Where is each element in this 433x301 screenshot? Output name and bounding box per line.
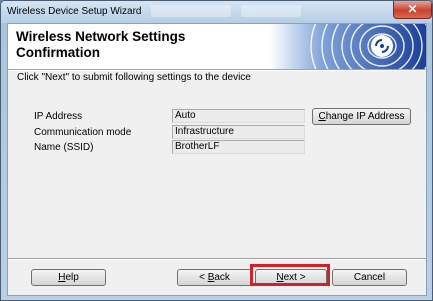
page-title: Wireless Network Settings Confirmation xyxy=(16,29,186,60)
wizard-window: Wireless Device Setup Wizard ✕ Wireless … xyxy=(0,0,433,301)
caption-background xyxy=(241,5,301,17)
wireless-waves-logo xyxy=(270,24,426,69)
close-button[interactable]: ✕ xyxy=(393,1,432,19)
wizard-client-area: Wireless Network Settings Confirmation C… xyxy=(7,23,427,296)
header-divider xyxy=(8,69,426,71)
close-icon: ✕ xyxy=(407,2,418,16)
window-title: Wireless Device Setup Wizard xyxy=(7,6,142,17)
communication-mode-value: Infrastructure xyxy=(172,125,305,139)
instruction-text: Click "Next" to submit following setting… xyxy=(17,72,251,83)
ip-address-value: Auto xyxy=(172,109,305,123)
next-button-highlight xyxy=(250,264,330,286)
ssid-value: BrotherLF xyxy=(172,140,305,154)
back-button[interactable]: < Back xyxy=(177,269,252,286)
help-button[interactable]: Help xyxy=(31,269,106,286)
communication-mode-label: Communication mode xyxy=(34,127,132,138)
caption-background xyxy=(151,5,231,17)
change-ip-address-button[interactable]: Change IP Address xyxy=(312,108,411,125)
ip-address-label: IP Address xyxy=(34,111,83,122)
cancel-button[interactable]: Cancel xyxy=(332,269,407,286)
header-banner: Wireless Network Settings Confirmation xyxy=(8,24,426,69)
footer-divider xyxy=(8,258,426,260)
ssid-label: Name (SSID) xyxy=(34,142,94,153)
title-bar[interactable]: Wireless Device Setup Wizard ✕ xyxy=(1,1,432,23)
